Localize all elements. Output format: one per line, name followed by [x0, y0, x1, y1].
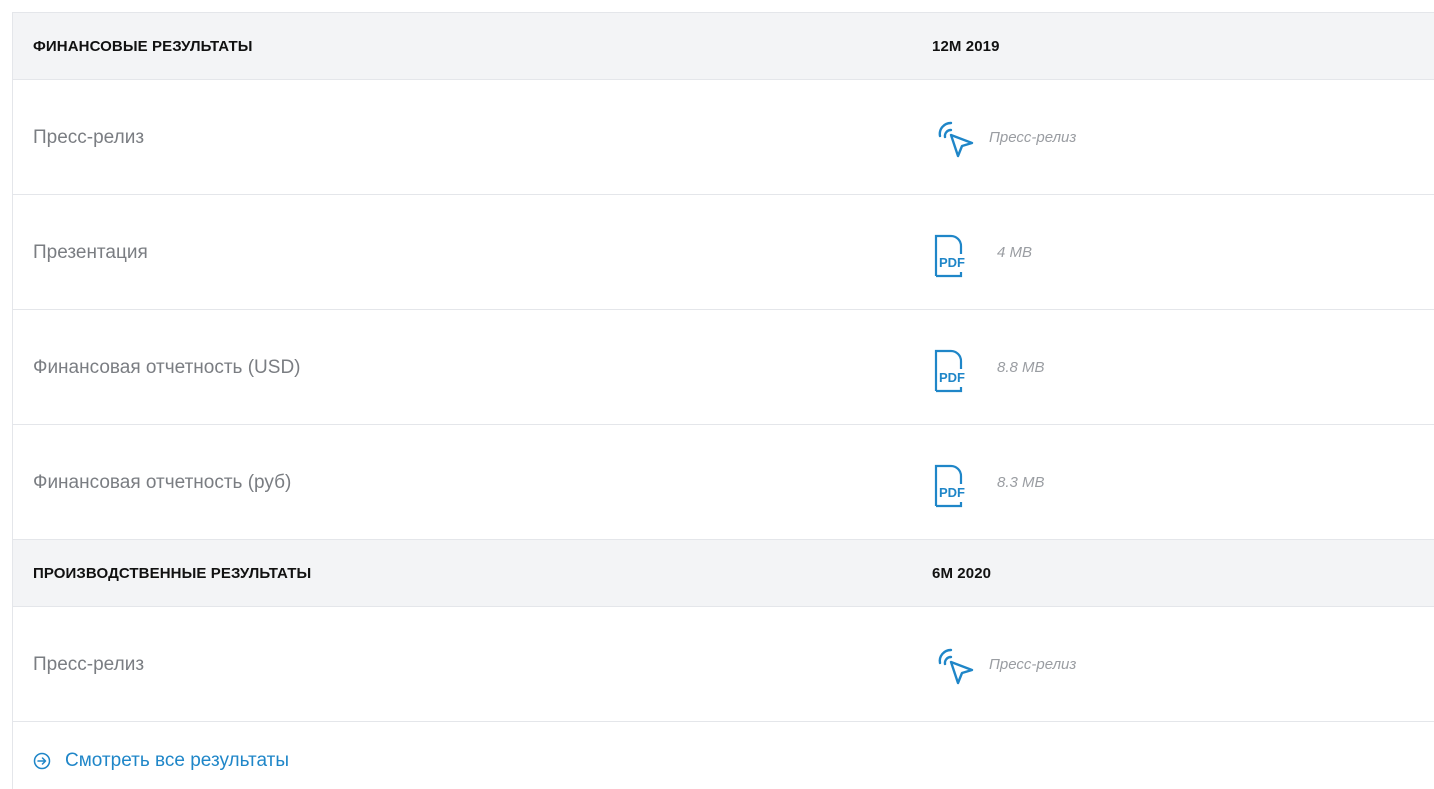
- table-row: Финансовая отчетность (руб) PDF 8.3 MB: [13, 425, 1434, 540]
- view-all-label: Смотреть все результаты: [65, 750, 290, 771]
- arrow-circle-right-icon: [33, 752, 51, 770]
- svg-text:PDF: PDF: [939, 255, 965, 270]
- section-header-financial: ФИНАНСОВЫЕ РЕЗУЛЬТАТЫ 12M 2019: [13, 13, 1434, 80]
- pdf-download-link[interactable]: PDF 8.3 MB: [932, 425, 1045, 540]
- table-row: Финансовая отчетность (USD) PDF 8.8 MB: [13, 310, 1434, 425]
- view-all-results-link[interactable]: Смотреть все результаты: [33, 750, 289, 772]
- pdf-icon: PDF: [932, 347, 978, 393]
- cursor-icon: [932, 643, 978, 689]
- pdf-download-link[interactable]: PDF 8.8 MB: [932, 310, 1045, 425]
- table-row: Презентация PDF 4 MB: [13, 195, 1434, 310]
- pdf-icon: PDF: [932, 232, 978, 278]
- table-row: Пресс-релиз Пресс-релиз: [13, 607, 1434, 722]
- link-text: Пресс-релиз: [989, 129, 1077, 146]
- svg-text:PDF: PDF: [939, 370, 965, 385]
- file-size: 4 MB: [997, 244, 1033, 261]
- section-header-production: ПРОИЗВОДСТВЕННЫЕ РЕЗУЛЬТАТЫ 6M 2020: [13, 540, 1434, 607]
- section-title: ПРОИЗВОДСТВЕННЫЕ РЕЗУЛЬТАТЫ: [33, 565, 312, 582]
- pdf-download-link[interactable]: PDF 4 MB: [932, 195, 1032, 310]
- section-period: 12M 2019: [932, 38, 1000, 55]
- link-text: Пресс-релиз: [989, 656, 1077, 673]
- cursor-icon: [932, 116, 978, 162]
- press-release-link[interactable]: Пресс-релиз: [932, 607, 1076, 722]
- svg-text:PDF: PDF: [939, 485, 965, 500]
- file-size: 8.3 MB: [997, 474, 1045, 491]
- pdf-icon: PDF: [932, 462, 978, 508]
- row-label: Финансовая отчетность (руб): [33, 472, 292, 493]
- section-title: ФИНАНСОВЫЕ РЕЗУЛЬТАТЫ: [33, 38, 253, 55]
- row-label: Презентация: [33, 242, 148, 263]
- file-size: 8.8 MB: [997, 359, 1045, 376]
- press-release-link[interactable]: Пресс-релиз: [932, 80, 1076, 195]
- row-label: Пресс-релиз: [33, 654, 145, 675]
- row-label: Финансовая отчетность (USD): [33, 357, 301, 378]
- results-table: ФИНАНСОВЫЕ РЕЗУЛЬТАТЫ 12M 2019 Пресс-рел…: [12, 12, 1434, 789]
- row-label: Пресс-релиз: [33, 127, 145, 148]
- table-row: Пресс-релиз Пресс-релиз: [13, 80, 1434, 195]
- section-period: 6M 2020: [932, 565, 992, 582]
